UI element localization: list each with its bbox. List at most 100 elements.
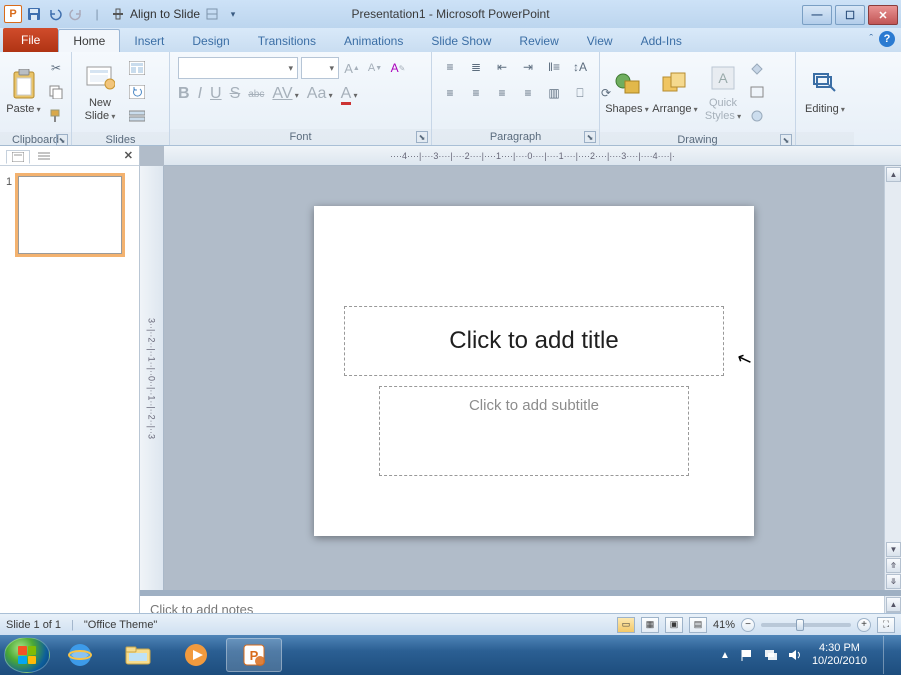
align-to-slide-label[interactable]: Align to Slide — [130, 7, 200, 21]
qat-customize-icon[interactable]: ▾ — [224, 5, 242, 23]
paste-button[interactable]: Paste — [5, 55, 42, 129]
clipboard-launcher-icon[interactable]: ⬊ — [56, 134, 68, 146]
minimize-button[interactable]: — — [802, 5, 832, 25]
minimize-ribbon-icon[interactable]: ˆ — [869, 33, 873, 45]
horizontal-ruler[interactable]: ····4····|····3····|····2····|····1····|… — [164, 146, 901, 166]
text-direction-icon[interactable]: ↕A — [570, 57, 590, 77]
justify-icon[interactable]: ≡ — [518, 83, 538, 103]
tab-view[interactable]: View — [573, 30, 627, 52]
outline-tab-icon[interactable] — [38, 151, 50, 161]
arrange-button[interactable]: Arrange — [651, 55, 699, 129]
shape-fill-icon[interactable] — [747, 58, 767, 78]
section-icon[interactable] — [127, 106, 147, 126]
bullets-icon[interactable]: ≡ — [440, 57, 460, 77]
reset-icon[interactable] — [127, 82, 147, 102]
tab-insert[interactable]: Insert — [120, 30, 178, 52]
help-icon[interactable]: ? — [879, 31, 895, 47]
paragraph-launcher-icon[interactable]: ⬊ — [584, 131, 596, 143]
taskbar-powerpoint-icon[interactable]: P — [226, 638, 282, 672]
tray-network-icon[interactable] — [764, 648, 778, 662]
change-case-button[interactable]: Aa — [307, 85, 333, 103]
font-size-combo[interactable]: ▾ — [301, 57, 339, 79]
align-icon[interactable] — [109, 5, 127, 23]
tab-design[interactable]: Design — [178, 30, 243, 52]
text-shadow-button[interactable]: abc — [248, 89, 264, 100]
close-button[interactable]: ✕ — [868, 5, 898, 25]
tab-review[interactable]: Review — [505, 30, 572, 52]
italic-button[interactable]: I — [198, 85, 202, 103]
bold-button[interactable]: B — [178, 85, 190, 103]
font-name-combo[interactable]: ▾ — [178, 57, 298, 79]
increase-indent-icon[interactable]: ⇥ — [518, 57, 538, 77]
zoom-thumb[interactable] — [796, 619, 804, 631]
tray-show-hidden-icon[interactable]: ▲ — [720, 650, 730, 661]
drawing-launcher-icon[interactable]: ⬊ — [780, 134, 792, 146]
decrease-indent-icon[interactable]: ⇤ — [492, 57, 512, 77]
sorter-view-icon[interactable]: ▦ — [641, 617, 659, 633]
qat-item-icon[interactable] — [203, 5, 221, 23]
save-icon[interactable] — [25, 5, 43, 23]
cut-icon[interactable]: ✂ — [46, 58, 66, 78]
shape-outline-icon[interactable] — [747, 82, 767, 102]
tray-flag-icon[interactable] — [740, 648, 754, 662]
align-right-icon[interactable]: ≡ — [492, 83, 512, 103]
quick-styles-button[interactable]: A Quick Styles — [701, 55, 745, 129]
slideshow-view-icon[interactable]: ▤ — [689, 617, 707, 633]
taskbar-ie-icon[interactable] — [52, 638, 108, 672]
strike-button[interactable]: S — [230, 85, 241, 103]
shapes-button[interactable]: Shapes — [605, 55, 649, 129]
redo-icon[interactable] — [67, 5, 85, 23]
scroll-up-icon[interactable]: ▲ — [886, 167, 901, 182]
numbering-icon[interactable]: ≣ — [466, 57, 486, 77]
zoom-percent[interactable]: 41% — [713, 619, 735, 631]
grow-font-icon[interactable]: A▲ — [342, 58, 362, 78]
title-placeholder[interactable]: Click to add title — [344, 306, 724, 376]
reading-view-icon[interactable]: ▣ — [665, 617, 683, 633]
tab-slideshow[interactable]: Slide Show — [417, 30, 505, 52]
line-spacing-icon[interactable]: ‖≡ — [544, 57, 564, 77]
underline-button[interactable]: U — [210, 85, 222, 103]
tab-home[interactable]: Home — [58, 29, 120, 52]
taskbar-explorer-icon[interactable] — [110, 638, 166, 672]
next-slide-icon[interactable]: ⤋ — [886, 574, 901, 589]
vertical-scrollbar[interactable]: ▲ ▼ ⤊ ⤋ — [884, 166, 901, 590]
tray-clock[interactable]: 4:30 PM 10/20/2010 — [812, 642, 867, 668]
slides-tab-icon[interactable] — [6, 150, 30, 164]
scroll-down-icon[interactable]: ▼ — [886, 542, 901, 557]
zoom-out-icon[interactable]: − — [741, 618, 755, 632]
shape-effects-icon[interactable] — [747, 106, 767, 126]
slide-canvas-area[interactable]: Click to add title Click to add subtitle… — [164, 166, 901, 590]
zoom-in-icon[interactable]: + — [857, 618, 871, 632]
fit-to-window-icon[interactable]: ⛶ — [877, 617, 895, 633]
slide-thumbnail-1[interactable]: 1 — [6, 176, 133, 254]
new-slide-button[interactable]: New Slide — [77, 55, 123, 129]
copy-icon[interactable] — [46, 82, 66, 102]
zoom-slider[interactable] — [761, 623, 851, 627]
notes-scroll-up-icon[interactable]: ▲ — [886, 597, 901, 612]
vertical-ruler[interactable]: 3··|··2··|··1··|··0··|··1··|··2··|··3 — [140, 166, 164, 590]
close-pane-icon[interactable]: ✕ — [124, 149, 133, 162]
char-spacing-button[interactable]: AV — [272, 85, 298, 103]
undo-icon[interactable] — [46, 5, 64, 23]
columns-icon[interactable]: ▥ — [544, 83, 564, 103]
font-launcher-icon[interactable]: ⬊ — [416, 131, 428, 143]
subtitle-placeholder[interactable]: Click to add subtitle — [379, 386, 689, 476]
maximize-button[interactable]: ☐ — [835, 5, 865, 25]
tab-addins[interactable]: Add-Ins — [627, 30, 696, 52]
shrink-font-icon[interactable]: A▼ — [365, 58, 385, 78]
align-left-icon[interactable]: ≡ — [440, 83, 460, 103]
tray-volume-icon[interactable] — [788, 648, 802, 662]
font-color-button[interactable]: A — [341, 85, 358, 103]
tab-animations[interactable]: Animations — [330, 30, 417, 52]
tab-transitions[interactable]: Transitions — [244, 30, 330, 52]
show-desktop-button[interactable] — [883, 636, 893, 674]
taskbar-mediaplayer-icon[interactable] — [168, 638, 224, 672]
editing-button[interactable]: Editing — [801, 55, 849, 129]
align-text-icon[interactable]: ⎕ — [570, 83, 590, 103]
prev-slide-icon[interactable]: ⤊ — [886, 558, 901, 573]
normal-view-icon[interactable]: ▭ — [617, 617, 635, 633]
start-button[interactable] — [4, 637, 50, 673]
tab-file[interactable]: File — [3, 28, 58, 52]
clear-format-icon[interactable]: A✎ — [388, 58, 408, 78]
align-center-icon[interactable]: ≡ — [466, 83, 486, 103]
